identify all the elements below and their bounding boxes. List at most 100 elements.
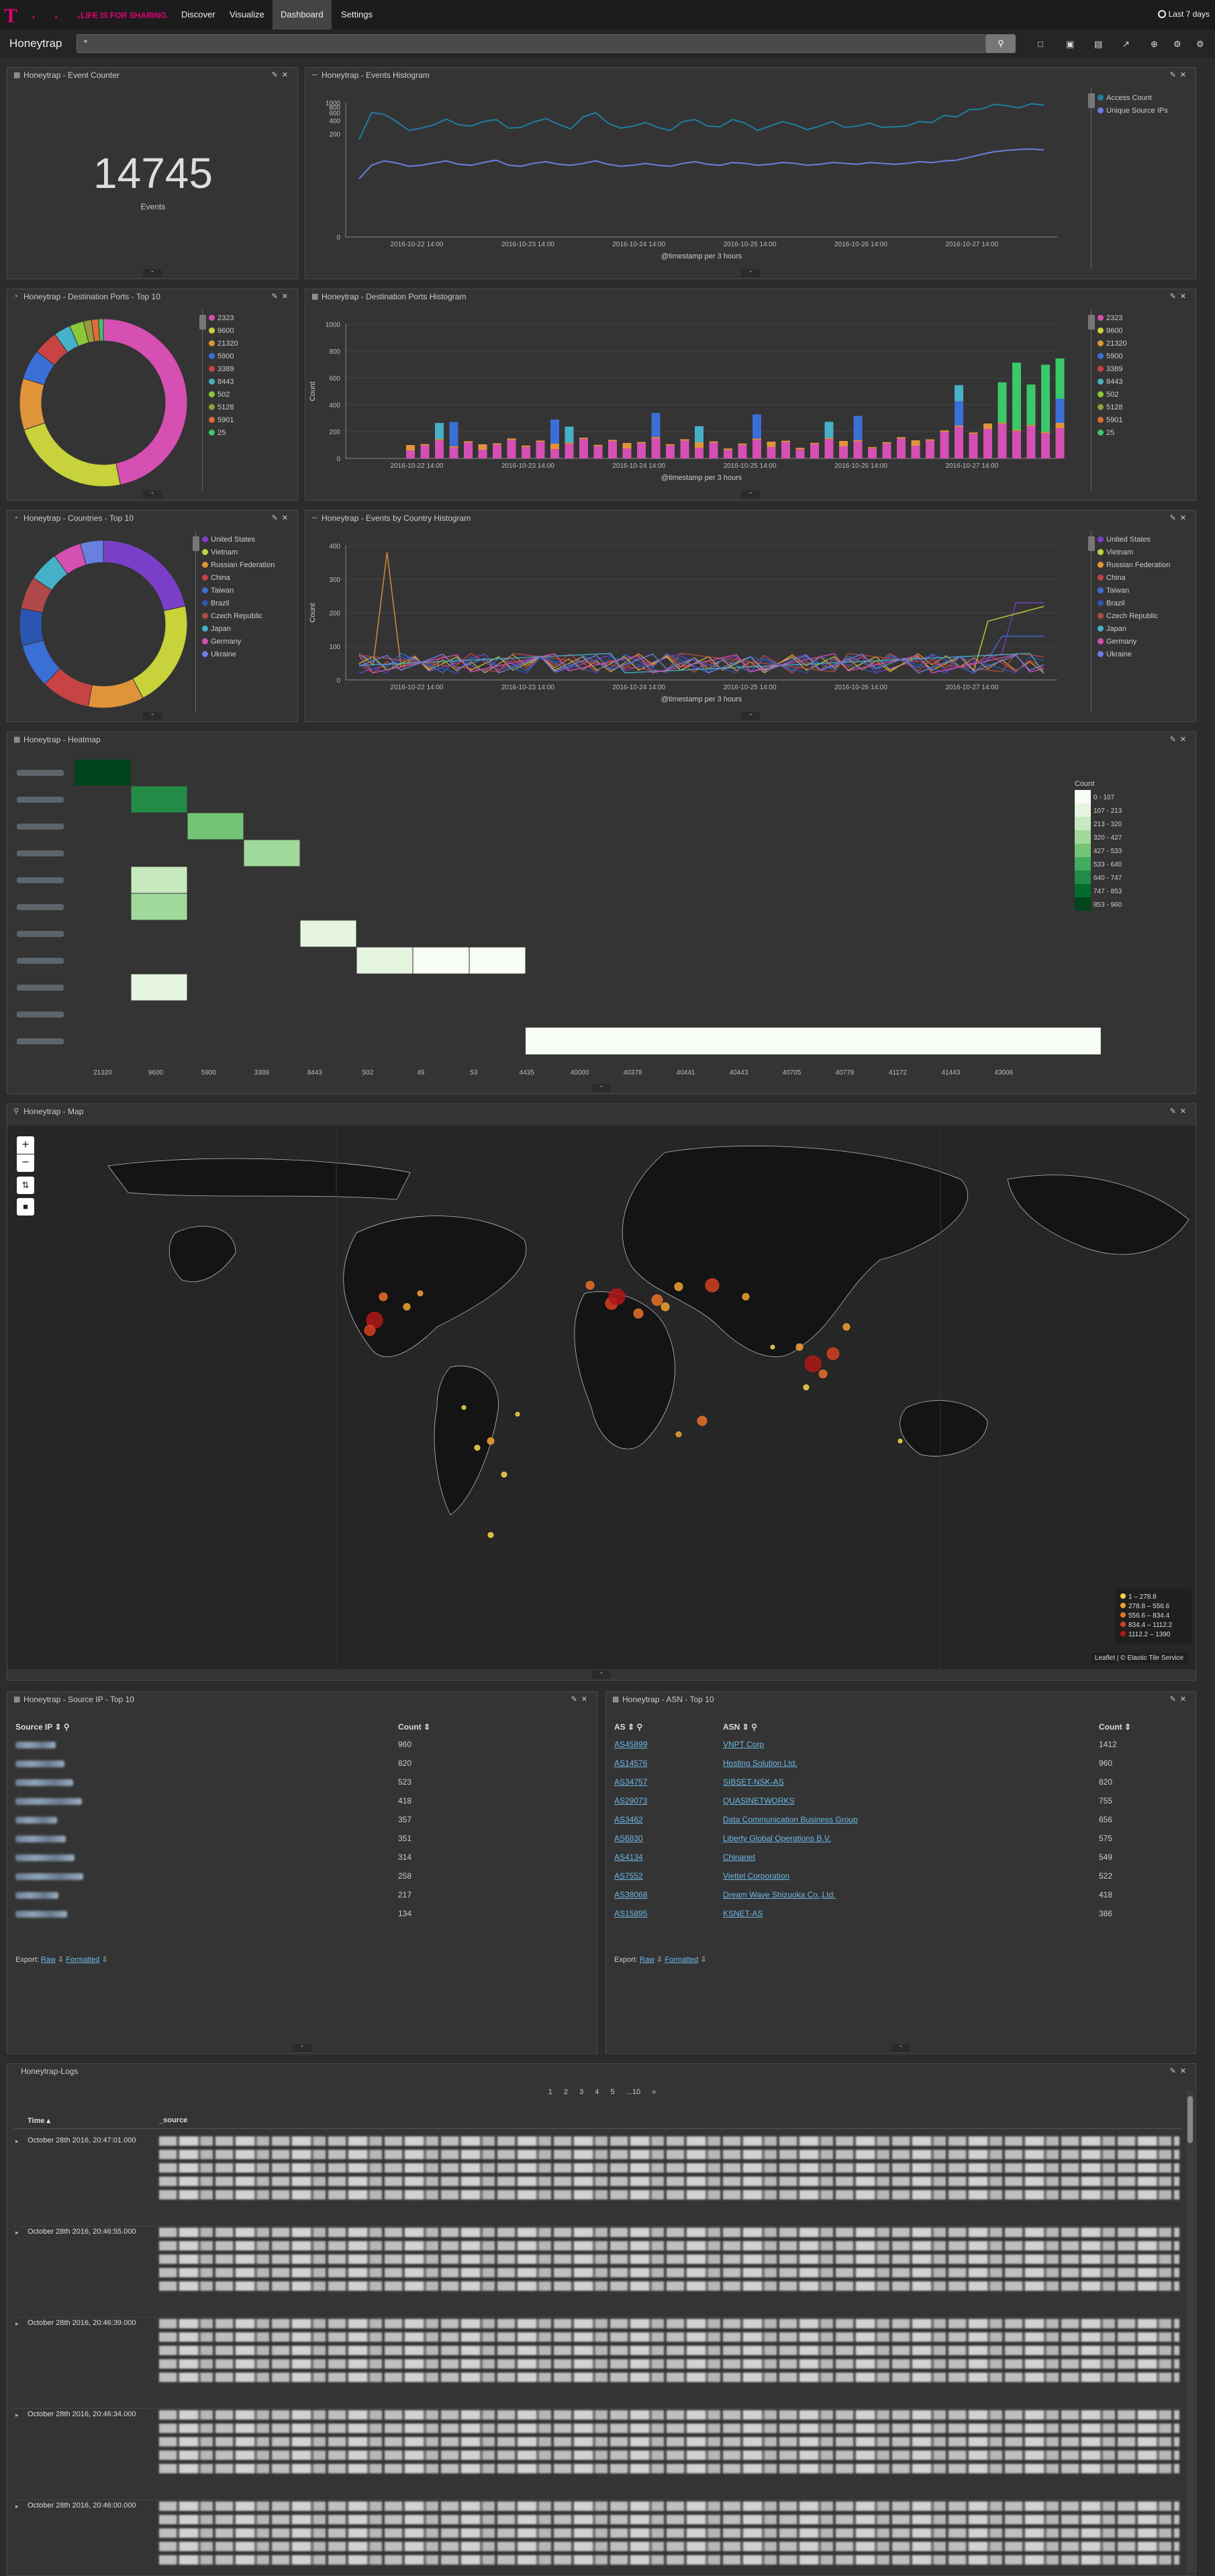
collapse-chevron[interactable]: ⌃ — [143, 491, 162, 499]
donut-slice-Russian Federation[interactable] — [87, 678, 144, 709]
column-header-as[interactable]: AS ⇕ ⚲ — [614, 1719, 642, 1735]
legend-toggle[interactable] — [1088, 93, 1095, 108]
ip-redacted[interactable] — [15, 1760, 64, 1767]
edit-icon[interactable]: ✎ — [1170, 514, 1180, 522]
legend-toggle[interactable] — [1088, 315, 1095, 330]
export-raw-link[interactable]: Raw — [41, 1956, 56, 1964]
close-icon[interactable]: ✕ — [1180, 1107, 1190, 1116]
map-marker[interactable] — [585, 1281, 595, 1290]
histogram-bar[interactable] — [666, 444, 675, 446]
edit-icon[interactable]: ✎ — [1170, 1107, 1180, 1116]
map-marker[interactable] — [675, 1431, 682, 1438]
histogram-bar[interactable] — [998, 382, 1007, 423]
histogram-bar[interactable] — [752, 438, 761, 440]
close-icon[interactable]: ✕ — [1180, 293, 1190, 301]
nav-dashboard[interactable]: Dashboard — [273, 0, 332, 30]
histogram-bar[interactable] — [824, 422, 834, 438]
search-button[interactable]: ⚲ — [986, 34, 1016, 53]
expand-row-icon[interactable]: ▸ — [15, 2229, 19, 2236]
histogram-bar[interactable] — [926, 439, 934, 441]
histogram-bar[interactable] — [940, 430, 949, 432]
log-row[interactable]: ▸ October 28th 2016, 20:46:00.000 — [14, 2500, 1182, 2575]
legend-item[interactable]: Japan — [1098, 623, 1170, 636]
histogram-bar[interactable] — [752, 440, 761, 458]
histogram-bar[interactable] — [839, 446, 848, 458]
histogram-bar[interactable] — [435, 439, 444, 441]
close-icon[interactable]: ✕ — [1180, 2067, 1190, 2075]
asn-link[interactable]: Chinanet — [723, 1848, 755, 1867]
histogram-bar[interactable] — [969, 432, 978, 434]
expand-row-icon[interactable]: ▸ — [15, 2138, 19, 2145]
save-icon[interactable]: ▣ — [1066, 39, 1074, 50]
legend-item[interactable]: Japan — [202, 623, 275, 636]
share-icon[interactable]: ↗ — [1122, 39, 1130, 50]
histogram-bar[interactable] — [983, 429, 992, 458]
histogram-bar[interactable] — [709, 442, 718, 458]
histogram-bar[interactable] — [435, 440, 444, 458]
legend-item[interactable]: 5128 — [1098, 401, 1127, 414]
legend-item[interactable]: 2323 — [209, 312, 238, 325]
page-link[interactable]: ...10 — [626, 2088, 640, 2096]
column-header-count[interactable]: Count ⇕ — [1099, 1719, 1131, 1735]
histogram-bar[interactable] — [1041, 364, 1050, 432]
as-link[interactable]: AS3462 — [614, 1810, 643, 1829]
as-link[interactable]: AS7552 — [614, 1867, 643, 1885]
fit-bounds-icon[interactable]: ⇅ — [17, 1177, 34, 1194]
legend-item[interactable]: 502 — [209, 389, 238, 401]
histogram-bar[interactable] — [695, 442, 703, 448]
legend-item[interactable]: Taiwan — [1098, 585, 1170, 597]
edit-icon[interactable]: ✎ — [272, 293, 282, 301]
histogram-bar[interactable] — [998, 424, 1007, 458]
export-raw-link[interactable]: Raw — [640, 1956, 654, 1964]
histogram-bar[interactable] — [493, 444, 501, 458]
column-header-count[interactable]: Count ⇕ — [398, 1719, 430, 1735]
asn-link[interactable]: Dream Wave Shizuoka Co.,Ltd. — [723, 1885, 836, 1904]
nav-visualize[interactable]: Visualize — [222, 0, 273, 30]
log-row[interactable]: ▸ October 28th 2016, 20:46:34.000 — [14, 2409, 1182, 2500]
histogram-bar[interactable] — [622, 443, 632, 448]
search-input[interactable]: * — [77, 34, 986, 53]
map-attribution[interactable]: Leaflet | © Elastic Tile Service — [1091, 1653, 1188, 1663]
legend-item[interactable]: 5128 — [209, 401, 238, 414]
map-marker[interactable] — [379, 1292, 388, 1301]
collapse-chevron[interactable]: ⌃ — [891, 2044, 910, 2052]
heatmap-cell[interactable] — [74, 758, 132, 787]
histogram-bar[interactable] — [651, 438, 661, 458]
legend-item[interactable]: 5901 — [1098, 414, 1127, 427]
histogram-bar[interactable] — [998, 422, 1007, 424]
edit-icon[interactable]: ✎ — [272, 514, 282, 522]
edit-icon[interactable]: ✎ — [1170, 293, 1180, 301]
legend-item[interactable]: Taiwan — [202, 585, 275, 597]
histogram-bar[interactable] — [565, 442, 574, 444]
legend-item[interactable]: Germany — [1098, 636, 1170, 648]
expand-row-icon[interactable]: ▸ — [15, 2320, 19, 2328]
histogram-bar[interactable] — [897, 437, 906, 439]
map-marker[interactable] — [770, 1344, 775, 1350]
time-picker[interactable]: Last 7 days — [1157, 9, 1210, 19]
map-marker[interactable] — [403, 1303, 411, 1311]
histogram-bar[interactable] — [449, 422, 458, 446]
map-marker[interactable] — [474, 1444, 481, 1451]
histogram-bar[interactable] — [940, 432, 949, 458]
legend-item[interactable]: 5900 — [209, 350, 238, 363]
map-marker[interactable] — [803, 1384, 810, 1391]
map-marker[interactable] — [795, 1343, 804, 1351]
histogram-bar[interactable] — [955, 401, 963, 426]
histogram-bar[interactable] — [955, 425, 963, 427]
histogram-bar[interactable] — [420, 444, 430, 446]
histogram-bar[interactable] — [651, 413, 661, 438]
nav-settings[interactable]: Settings — [333, 0, 381, 30]
nav-discover[interactable]: Discover — [173, 0, 224, 30]
close-icon[interactable]: ✕ — [581, 1695, 591, 1703]
histogram-bar[interactable] — [579, 439, 588, 458]
asn-link[interactable]: VNPT Corp — [723, 1735, 764, 1754]
edit-icon[interactable]: ✎ — [1170, 2067, 1180, 2075]
as-link[interactable]: AS38068 — [614, 1885, 647, 1904]
map-marker[interactable] — [608, 1288, 626, 1305]
legend-item[interactable]: 5901 — [209, 414, 238, 427]
map-marker[interactable] — [651, 1294, 663, 1306]
map-marker[interactable] — [742, 1293, 750, 1301]
heatmap-cell[interactable] — [130, 866, 188, 894]
histogram-bar[interactable] — [1012, 431, 1021, 458]
log-row[interactable]: ▸ October 28th 2016, 20:46:55.000 — [14, 2226, 1182, 2318]
